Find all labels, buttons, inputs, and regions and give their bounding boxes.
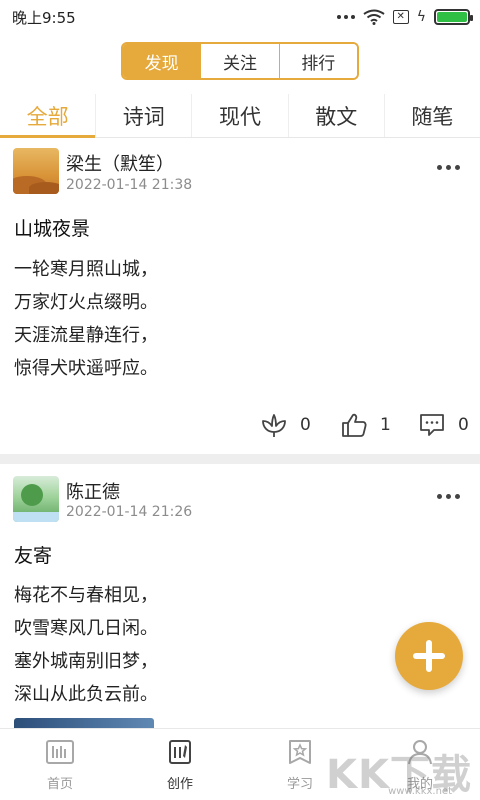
post-date: 2022-01-14 21:38 (66, 177, 193, 193)
nav-label: 首页 (46, 777, 73, 792)
comment-button[interactable]: 0 (418, 411, 469, 439)
post-actions: 0 1 0 (0, 411, 480, 441)
like-count: 1 (380, 415, 391, 435)
comment-icon (420, 414, 444, 436)
poem-line: 吹雪寒风几日闲。 (14, 618, 158, 639)
create-icon (169, 740, 191, 764)
post-date: 2022-01-14 21:26 (66, 504, 193, 520)
post-title: 山城夜景 (14, 218, 91, 240)
poem-line: 梅花不与春相见， (14, 585, 158, 606)
more-options-icon[interactable] (437, 494, 460, 499)
comment-count: 0 (458, 415, 469, 435)
like-button[interactable]: 1 (340, 411, 391, 439)
avatar[interactable] (13, 148, 59, 194)
nav-home[interactable]: 首页 (0, 729, 120, 800)
author-name[interactable]: 梁生（默笙） (66, 150, 174, 176)
add-post-button[interactable] (395, 622, 463, 690)
post-card[interactable]: 陈正德 2022-01-14 21:26 友寄 梅花不与春相见， 吹雪寒风几日闲… (0, 464, 480, 728)
more-options-icon[interactable] (437, 165, 460, 170)
nav-label: 创作 (166, 777, 193, 792)
watermark-url: www.kkx.net (388, 786, 452, 797)
nav-label: 学习 (286, 777, 313, 792)
nav-create[interactable]: 创作 (120, 729, 240, 800)
study-icon (289, 740, 311, 764)
flower-button[interactable]: 0 (260, 411, 311, 439)
home-icon (46, 740, 74, 764)
flower-icon (262, 414, 286, 437)
poem-line: 塞外城南别旧梦， (14, 651, 158, 672)
author-name[interactable]: 陈正德 (66, 478, 120, 504)
poem-line: 天涯流星静连行， (14, 325, 158, 346)
poem-line: 深山从此负云前。 (14, 684, 158, 705)
post-title: 友寄 (14, 545, 53, 567)
poem-line: 一轮寒月照山城， (14, 259, 158, 280)
avatar[interactable] (13, 476, 59, 522)
post-divider (0, 454, 480, 464)
thumbs-up-icon (342, 413, 367, 437)
post-card[interactable]: 梁生（默笙） 2022-01-14 21:38 山城夜景 一轮寒月照山城， 万家… (0, 0, 480, 454)
poem-line: 万家灯火点缀明。 (14, 292, 158, 313)
flower-count: 0 (300, 415, 311, 435)
poem-line: 惊得犬吠遥呼应。 (14, 358, 158, 379)
